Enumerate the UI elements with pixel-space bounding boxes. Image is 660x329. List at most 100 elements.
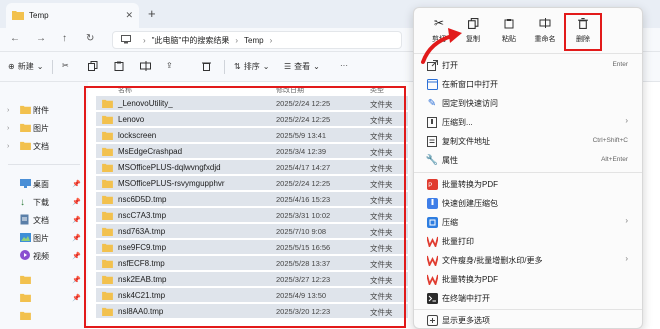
menu-item-batch-print[interactable]: 批量打印 xyxy=(414,232,642,250)
pdf-icon: P xyxy=(426,178,438,190)
forward-icon[interactable]: → xyxy=(36,33,46,44)
table-row[interactable]: Lenovo 2025/2/24 12:25 文件夹 xyxy=(96,112,408,127)
archive-icon xyxy=(426,197,438,209)
table-row[interactable]: nse9FC9.tmp 2025/5/15 16:56 文件夹 xyxy=(96,240,408,255)
menu-item-compress-to[interactable]: 压缩到... › xyxy=(414,113,642,131)
new-tab-icon[interactable]: + xyxy=(148,6,156,21)
sidebar-item-desktop[interactable]: 桌面 📌 xyxy=(0,176,88,192)
table-row[interactable]: _LenovoUtility_ 2025/2/24 12:25 文件夹 xyxy=(96,96,408,111)
column-header-type[interactable]: 类型 xyxy=(370,85,384,95)
menu-item-open-terminal[interactable]: 在终端中打开 xyxy=(414,289,642,307)
share-icon[interactable]: ⇪ xyxy=(166,61,173,70)
file-type: 文件夹 xyxy=(370,196,393,205)
menu-item-convert-pdf[interactable]: 批量转换为PDF xyxy=(414,270,642,288)
table-row[interactable]: MsEdgeCrashpad 2025/3/4 12:39 文件夹 xyxy=(96,144,408,159)
chevron-right-icon[interactable]: › xyxy=(7,107,9,114)
rename-icon[interactable] xyxy=(140,61,151,71)
file-type: 文件夹 xyxy=(370,148,393,157)
sidebar-item-folder[interactable]: 📌 xyxy=(0,272,88,288)
pin-icon[interactable]: 📌 xyxy=(72,180,81,188)
menu-item-properties[interactable]: 🔧 属性 Alt+Enter xyxy=(414,151,642,169)
table-row[interactable]: nscC7A3.tmp 2025/3/31 10:02 文件夹 xyxy=(96,208,408,223)
rename-button[interactable]: 重命名 xyxy=(528,14,562,48)
paste-button[interactable]: 粘贴 xyxy=(492,14,526,48)
table-row[interactable]: nsd763A.tmp 2025/7/10 9:08 文件夹 xyxy=(96,224,408,239)
sidebar-item-label: 图片 xyxy=(33,233,49,243)
sidebar-item-pictures-folder[interactable]: › 图片 xyxy=(0,120,88,136)
sidebar-item-documents[interactable]: 文档 📌 xyxy=(0,212,88,228)
sidebar-item-label: 下载 xyxy=(33,197,49,207)
menu-item-open[interactable]: 打开 Enter xyxy=(414,56,642,74)
back-icon[interactable]: ← xyxy=(10,33,20,44)
file-type: 文件夹 xyxy=(370,100,393,109)
pin-icon[interactable]: 📌 xyxy=(72,252,81,260)
sidebar-item-folder[interactable]: 📌 xyxy=(0,290,88,306)
copy-icon[interactable] xyxy=(88,61,98,71)
pin-icon[interactable]: 📌 xyxy=(72,216,81,224)
new-window-icon xyxy=(426,78,438,90)
chevron-down-icon: ⌄ xyxy=(262,62,270,71)
cut-icon[interactable]: ✂ xyxy=(62,61,69,70)
table-row[interactable]: nsc6D5D.tmp 2025/4/16 15:23 文件夹 xyxy=(96,192,408,207)
table-row[interactable]: MSOfficePLUS-rsvymgupphvr 2025/2/24 12:25… xyxy=(96,176,408,191)
pin-icon[interactable]: 📌 xyxy=(72,276,81,284)
menu-item-copy-path[interactable]: 复制文件地址 Ctrl+Shift+C xyxy=(414,132,642,150)
chevron-right-icon[interactable]: › xyxy=(7,125,9,132)
file-name: lockscreen xyxy=(118,131,157,140)
menu-item-compress[interactable]: 压缩 › xyxy=(414,213,642,231)
column-header-date[interactable]: 修改日期 xyxy=(276,85,304,95)
download-icon: ↓ xyxy=(20,196,25,208)
folder-icon xyxy=(102,243,113,254)
sidebar-item-label: 桌面 xyxy=(33,179,49,189)
sort-button[interactable]: ⇅ 排序 ⌄ xyxy=(234,61,269,72)
context-menu-toolbar: ✂ 剪切 复制 粘贴 重命名 删除 xyxy=(414,8,644,52)
sidebar-item-attachments[interactable]: › 附件 xyxy=(0,102,88,118)
file-date: 2025/3/20 12:23 xyxy=(276,307,331,316)
sidebar-item-folder[interactable] xyxy=(0,308,88,324)
view-button[interactable]: ☰ 查看 ⌄ xyxy=(284,61,320,72)
file-date: 2025/4/9 13:50 xyxy=(276,291,327,300)
menu-item-file-more[interactable]: 文件瘦身/批量增删水印/更多 › xyxy=(414,251,642,269)
new-button[interactable]: ⊕ 新建 ⌄ xyxy=(8,61,43,72)
sidebar-item-videos[interactable]: 视频 📌 xyxy=(0,248,88,264)
file-type: 文件夹 xyxy=(370,260,393,269)
table-row[interactable]: lockscreen 2025/5/9 13:41 文件夹 xyxy=(96,128,408,143)
delete-icon[interactable] xyxy=(202,61,211,71)
breadcrumb-item[interactable]: "此电脑"中的搜索结果 xyxy=(152,35,230,46)
up-icon[interactable]: ↑ xyxy=(62,33,67,44)
sidebar-item-pictures[interactable]: 图片 📌 xyxy=(0,230,88,246)
breadcrumb-item[interactable]: Temp xyxy=(244,36,264,45)
close-icon[interactable]: ✕ xyxy=(125,10,133,21)
file-name: MSOfficePLUS-rsvymgupphvr xyxy=(118,179,225,188)
rename-icon xyxy=(539,14,551,32)
table-row[interactable]: nsk4C21.tmp 2025/4/9 13:50 文件夹 xyxy=(96,288,408,303)
pin-icon[interactable]: 📌 xyxy=(72,234,81,242)
cut-button[interactable]: ✂ 剪切 xyxy=(422,14,456,48)
pin-icon[interactable]: 📌 xyxy=(72,294,81,302)
more-icon[interactable]: ··· xyxy=(340,61,348,70)
sidebar-item-documents-folder[interactable]: › 文档 xyxy=(0,138,88,154)
desktop-icon xyxy=(20,178,31,190)
menu-item-open-new-window[interactable]: 在新窗口中打开 xyxy=(414,75,642,93)
menu-item-quick-zip[interactable]: 快速创建压缩包 xyxy=(414,194,642,212)
menu-item-pin-quick-access[interactable]: ✎ 固定到快速访问 xyxy=(414,94,642,112)
table-row[interactable]: nsl8AA0.tmp 2025/3/20 12:23 文件夹 xyxy=(96,304,408,319)
copy-button[interactable]: 复制 xyxy=(456,14,490,48)
breadcrumb[interactable]: › "此电脑"中的搜索结果 › Temp › xyxy=(112,31,402,49)
table-row[interactable]: nsfECF8.tmp 2025/5/28 13:37 文件夹 xyxy=(96,256,408,271)
sort-icon: ⇅ xyxy=(234,62,241,71)
paste-icon[interactable] xyxy=(114,61,124,71)
refresh-icon[interactable]: ↻ xyxy=(86,33,94,44)
menu-item-batch-pdf[interactable]: P 批量转换为PDF xyxy=(414,175,642,193)
pin-icon[interactable]: 📌 xyxy=(72,198,81,206)
chevron-right-icon[interactable]: › xyxy=(7,143,9,150)
folder-icon xyxy=(12,10,24,22)
column-header-name[interactable]: 名称 xyxy=(118,85,132,95)
tab-temp[interactable]: Temp ✕ xyxy=(6,3,139,28)
terminal-icon xyxy=(426,292,438,304)
sidebar-item-downloads[interactable]: ↓ 下载 📌 xyxy=(0,194,88,210)
file-date: 2025/5/15 16:56 xyxy=(276,243,331,252)
menu-item-more-options[interactable]: 显示更多选项 xyxy=(414,311,642,329)
table-row[interactable]: nsk2EAB.tmp 2025/3/27 12:23 文件夹 xyxy=(96,272,408,287)
table-row[interactable]: MSOfficePLUS-dqlwvngfxdjd 2025/4/17 14:27… xyxy=(96,160,408,175)
